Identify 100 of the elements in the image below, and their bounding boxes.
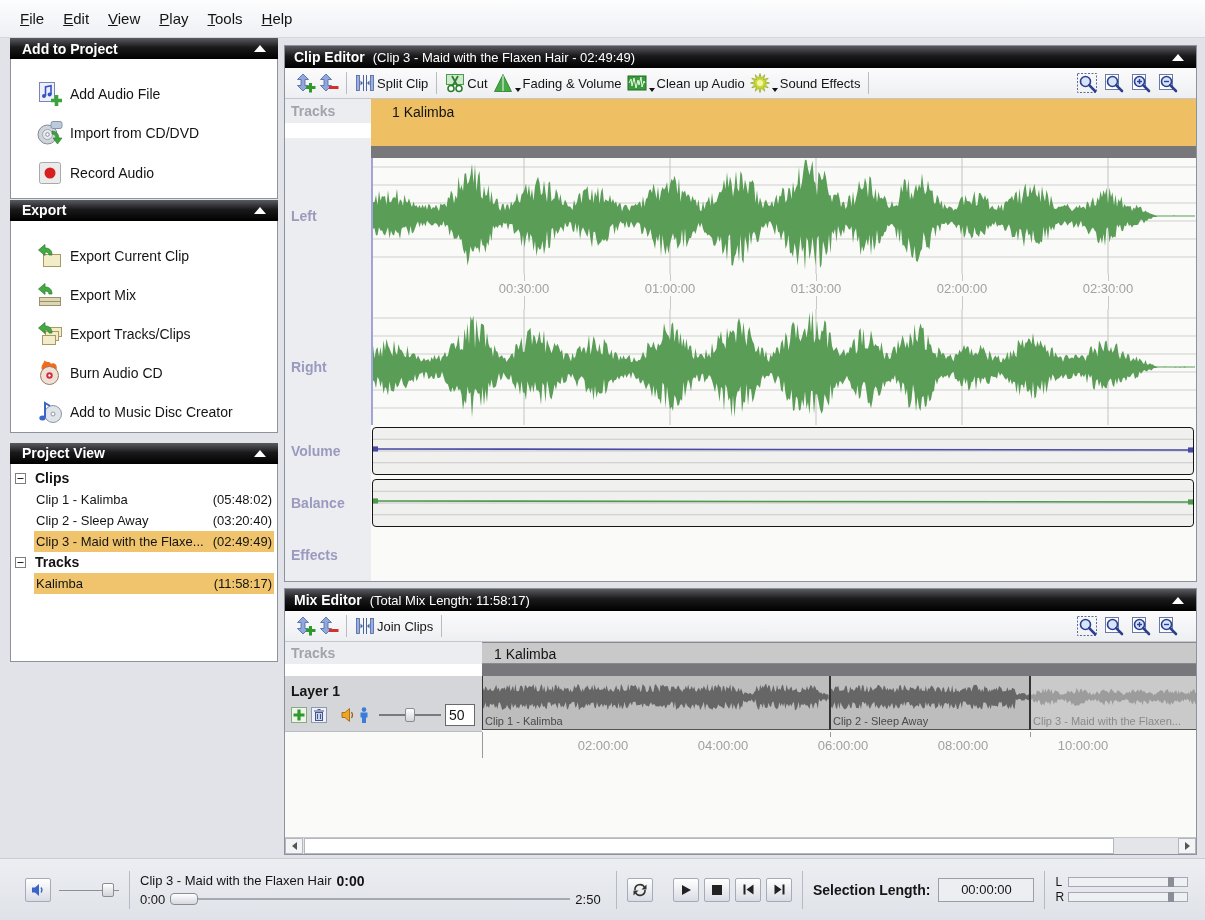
task-link[interactable]: Add Audio File [37, 74, 277, 114]
task-link[interactable]: Add to Music Disc Creator [37, 392, 277, 432]
scrollbar-thumb[interactable] [304, 838, 1114, 854]
caret-up-icon[interactable] [1172, 596, 1184, 604]
magnifier-minus-icon[interactable] [1158, 73, 1178, 93]
time-label: 01:00:00 [642, 281, 698, 296]
menu-item[interactable]: Tools [207, 10, 243, 27]
panel-subtitle: (Total Mix Length: 11:58:17) [369, 592, 530, 608]
magnifier-page-icon[interactable] [1104, 73, 1124, 93]
slider-thumb[interactable] [102, 882, 115, 897]
tree-item[interactable]: Clip 2 - Sleep Away (03:20:40) [34, 509, 274, 531]
level-meter[interactable] [1068, 877, 1189, 887]
time-label: 02:00:00 [934, 281, 990, 296]
tree-item[interactable]: Clip 1 - Kalimba (05:48:02) [34, 488, 274, 510]
toolbar-button[interactable]: Cut [444, 70, 489, 96]
audio-clip[interactable]: Clip 2 - Sleep Away [830, 676, 1030, 730]
menu-item[interactable]: Play [159, 10, 189, 27]
task-link[interactable]: Export Current Clip [37, 236, 277, 276]
caret-up-icon[interactable] [1172, 53, 1184, 61]
track-plus-icon[interactable] [296, 616, 316, 636]
menu-item[interactable]: Help [261, 10, 293, 27]
envelope-line[interactable] [373, 446, 1193, 453]
stop-button[interactable] [704, 877, 730, 902]
panel-title: Clip Editor [294, 49, 365, 65]
play-button[interactable] [673, 877, 699, 902]
starburst-icon [749, 73, 770, 93]
lane-label: Balance [290, 495, 345, 511]
task-link[interactable]: Record Audio [37, 153, 277, 193]
task-link[interactable]: Export Mix [37, 275, 277, 315]
speaker-icon[interactable] [341, 707, 355, 723]
toolbar-button[interactable]: Sound Effects [748, 70, 862, 96]
box-arrow-icon [37, 243, 63, 269]
speaker-button[interactable] [25, 877, 51, 902]
menu-item[interactable]: View [108, 10, 141, 27]
item-name: Kalimba [36, 575, 83, 591]
caret-up-icon[interactable] [254, 206, 266, 214]
tree-item[interactable]: Kalimba (11:58:17) [34, 572, 274, 594]
track-title: Clip 3 - Maid with the Flaxen Hair [140, 873, 332, 888]
track-bar[interactable]: 1 Kalimba [482, 642, 1196, 664]
item-duration: (11:58:17) [213, 575, 272, 591]
tree-group-label[interactable]: Clips [35, 470, 70, 486]
seek-thumb[interactable] [170, 893, 199, 905]
toolbar-button[interactable]: Fading & Volume [491, 70, 623, 96]
play-icon [680, 883, 692, 896]
minus-box-icon[interactable] [15, 556, 26, 568]
magnifier-dashed-box-icon[interactable] [1077, 616, 1097, 636]
time-label: 04:00:00 [697, 738, 749, 753]
time-label: 10:00:00 [1057, 738, 1109, 753]
task-link[interactable]: Burn Audio CD [37, 353, 277, 393]
join-bars-icon [355, 616, 375, 636]
toolbar-button[interactable]: Clean up Audio [625, 70, 746, 96]
item-name: Clip 1 - Kalimba [36, 491, 128, 507]
menu-item[interactable]: Edit [63, 10, 90, 27]
slider-thumb[interactable] [405, 708, 415, 722]
magnifier-dashed-box-icon[interactable] [1077, 73, 1097, 93]
scroll-left-button[interactable] [285, 838, 303, 854]
caret-up-icon[interactable] [254, 449, 266, 457]
tree-group-label[interactable]: Tracks [35, 554, 80, 570]
toolbar-button[interactable]: Split Clip [354, 70, 430, 96]
track-minus-icon[interactable] [319, 616, 339, 636]
magnifier-plus-icon[interactable] [1131, 73, 1151, 93]
track-bar[interactable]: 1 Kalimba [371, 99, 1196, 146]
clip-label: Clip 2 - Sleep Away [832, 714, 930, 728]
toolbar-button[interactable]: Join Clips [354, 613, 435, 639]
envelope-lane[interactable] [372, 479, 1194, 527]
track-plus-icon[interactable] [296, 73, 316, 93]
panel-title: Mix Editor [294, 592, 362, 608]
selection-length-label: Selection Length: [813, 881, 931, 898]
audio-clip[interactable]: Clip 1 - Kalimba [482, 676, 830, 730]
task-link[interactable]: Export Tracks/Clips [37, 314, 277, 354]
track-minus-icon[interactable] [319, 73, 339, 93]
time-label: 02:30:00 [1080, 281, 1136, 296]
volume-slider[interactable] [379, 707, 441, 723]
magnifier-page-icon[interactable] [1104, 616, 1124, 636]
menu-item[interactable]: File [20, 10, 45, 27]
record-icon [37, 159, 63, 186]
next-button[interactable] [766, 877, 792, 902]
person-icon[interactable] [359, 707, 369, 723]
level-meter[interactable] [1068, 892, 1189, 902]
trash-icon[interactable] [311, 707, 327, 723]
magnifier-plus-icon[interactable] [1131, 616, 1151, 636]
caret-up-icon[interactable] [254, 45, 266, 52]
scroll-right-button[interactable] [1178, 838, 1196, 854]
meter-thumb[interactable] [1168, 877, 1174, 887]
magnifier-minus-icon[interactable] [1158, 616, 1178, 636]
horizontal-scrollbar[interactable] [285, 837, 1196, 854]
volume-field[interactable]: 50 [445, 704, 475, 726]
loop-button[interactable] [627, 877, 653, 902]
seek-slider[interactable] [170, 893, 571, 905]
volume-slider[interactable] [59, 881, 119, 898]
selection-length-field[interactable]: 00:00:00 [938, 877, 1035, 902]
tree-item[interactable]: Clip 3 - Maid with the Flaxe... (02:49:49) [34, 530, 274, 552]
task-link[interactable]: Import from CD/DVD [37, 113, 277, 153]
minus-box-icon[interactable] [15, 472, 26, 484]
meter-thumb[interactable] [1168, 892, 1174, 902]
lane-label: Effects [290, 547, 338, 563]
lane-label: Left [290, 208, 317, 224]
previous-button[interactable] [735, 877, 761, 902]
plus-icon[interactable] [291, 707, 307, 723]
envelope-lane[interactable] [372, 427, 1194, 475]
